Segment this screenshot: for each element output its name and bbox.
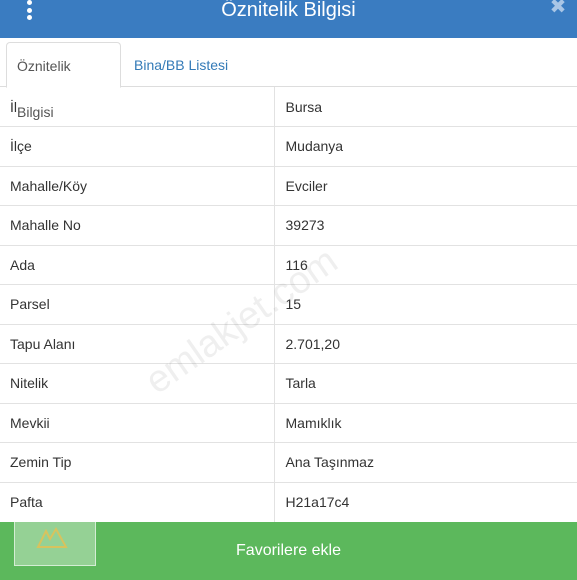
table-row: İl Bursa — [0, 87, 577, 127]
tab-attribute-info[interactable]: Öznitelik Bilgisi — [6, 42, 121, 120]
table-row: Zemin Tip Ana Taşınmaz — [0, 442, 577, 482]
table-row: Parsel 15 — [0, 284, 577, 324]
attribute-key: Mevkii — [0, 402, 275, 443]
attribute-key: Tapu Alanı — [0, 323, 275, 364]
attribute-value: Mudanya — [274, 126, 577, 166]
table-row: Tapu Alanı 2.701,20 — [0, 323, 577, 364]
attribute-value: Bursa — [285, 98, 323, 115]
attribute-value: Tarla — [274, 363, 577, 403]
table-row: Nitelik Tarla — [0, 363, 577, 403]
table-row: İlçe Mudanya — [0, 126, 577, 166]
attribute-key: Mahalle/Köy — [0, 165, 275, 206]
attribute-key: Nitelik — [0, 363, 275, 403]
attribute-value: 116 — [274, 244, 577, 285]
attribute-key: İlçe — [0, 126, 275, 166]
tab-building-list[interactable]: Bina/BB Listesi — [124, 42, 238, 88]
attribute-key: Mahalle No — [0, 205, 275, 245]
logo-mark-icon — [29, 521, 79, 555]
table-row: Mahalle/Köy Evciler — [0, 165, 577, 206]
attribute-key: Zemin Tip — [0, 442, 275, 482]
attribute-value: 15 — [274, 284, 577, 324]
attribute-key: Ada — [0, 244, 275, 285]
more-vertical-icon[interactable] — [22, 0, 36, 20]
attribute-value: Mamıklık — [274, 402, 577, 443]
dialog-title: Öznitelik Bilgisi — [221, 0, 356, 21]
dialog-header: Öznitelik Bilgisi ✖ — [0, 0, 577, 38]
table-row: Mahalle No 39273 — [0, 205, 577, 245]
table-row: Ada 116 — [0, 244, 577, 285]
tab-bar: Öznitelik Bilgisi Bina/BB Listesi — [0, 38, 577, 120]
site-logo — [14, 510, 96, 566]
attribute-key: Parsel — [0, 284, 275, 324]
attribute-value: Evciler — [274, 165, 577, 206]
attribute-value: Ana Taşınmaz — [274, 442, 577, 482]
attribute-value: H21a17c4 — [274, 481, 577, 522]
attribute-table: İl Bursa İlçe Mudanya Mahalle/Köy Evcile… — [0, 87, 577, 522]
attribute-value: 39273 — [274, 205, 577, 245]
table-row: Mevkii Mamıklık — [0, 402, 577, 443]
close-icon[interactable]: ✖ — [549, 0, 567, 17]
attribute-key: İl — [0, 87, 275, 127]
attribute-value: 2.701,20 — [274, 323, 577, 364]
